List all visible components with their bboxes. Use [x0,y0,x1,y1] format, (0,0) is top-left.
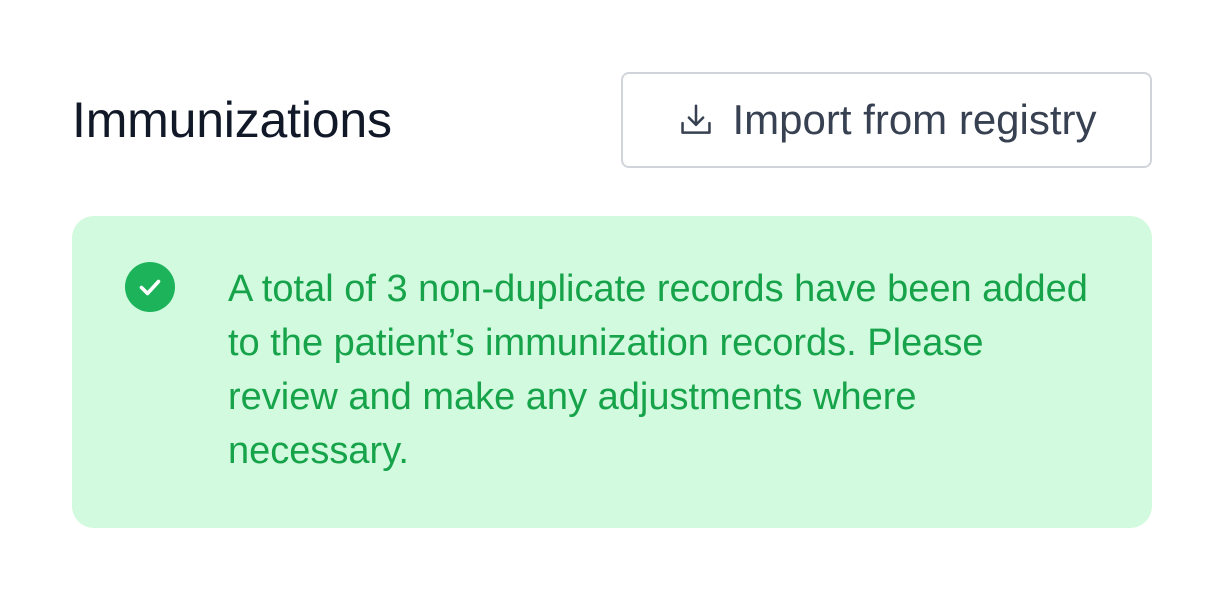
import-button-label: Import from registry [732,96,1097,143]
section-header: Immunizations Import from registry [72,72,1152,168]
success-alert: A total of 3 non-duplicate records have … [72,216,1152,528]
check-circle-icon [125,262,175,312]
download-icon [676,100,716,140]
import-from-registry-button[interactable]: Import from registry [621,72,1152,168]
page-title: Immunizations [72,92,392,148]
alert-message: A total of 3 non-duplicate records have … [228,268,1088,472]
immunizations-panel: Immunizations Import from registry A tot… [0,0,1224,600]
